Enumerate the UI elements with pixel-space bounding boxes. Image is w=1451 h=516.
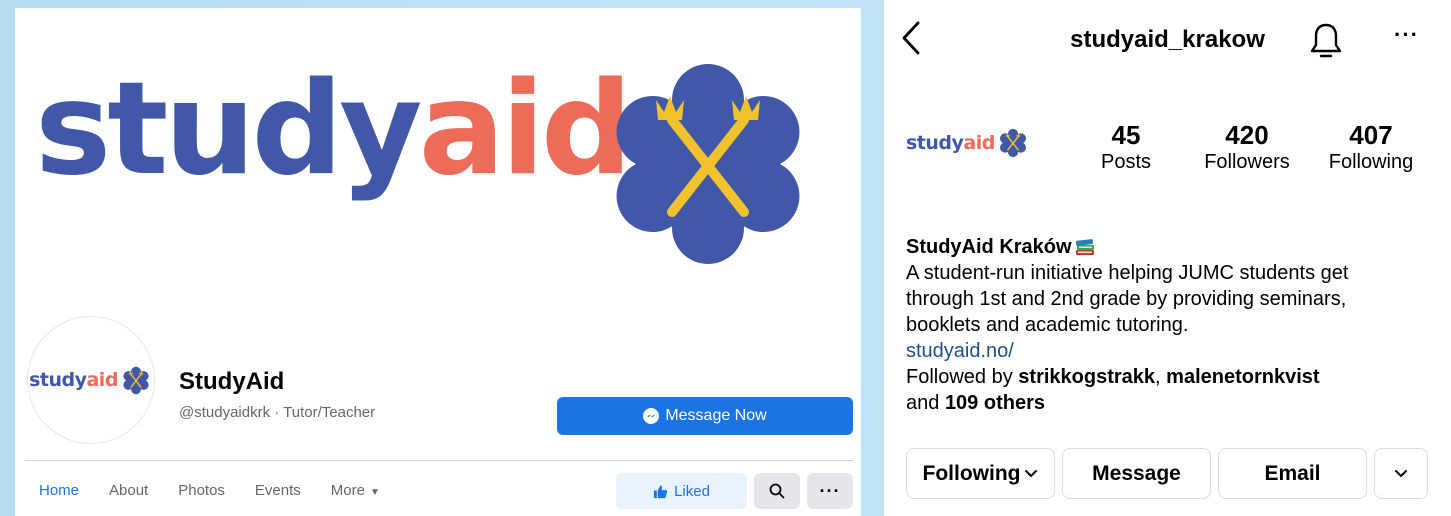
posts-label: Posts [1100,151,1152,173]
following-value: 407 [1349,120,1393,150]
follower-name-2: malenetornkvist [1166,366,1320,388]
chevron-down-icon [1395,469,1407,477]
caret-down-icon: ▼ [369,487,380,498]
followers-label: Followers [1204,151,1290,173]
tab-more-label: More [330,482,365,499]
instagram-profile-panel: studyaid_krakow ··· studyaid 45 Posts 42… [884,0,1451,516]
followed-by-others-line[interactable]: and 109 others [906,390,1436,416]
profile-picture[interactable]: studyaid [906,126,1030,160]
page-handle-category: @studyaidkrk · Tutor/Teacher [179,404,376,421]
liked-button[interactable]: Liked [616,473,747,509]
following-button-label: Following [922,461,1021,485]
messenger-icon [643,408,660,424]
studyaid-asterisk-icon [583,44,833,284]
tab-events[interactable]: Events [255,482,301,499]
following-label: Following [1328,151,1414,173]
tab-home[interactable]: Home [39,482,79,499]
studyaid-asterisk-icon [997,128,1029,158]
more-options-button[interactable]: ··· [807,473,853,509]
thumbs-up-icon [654,484,668,498]
page-tabs: Home About Photos Events More ▼ [39,482,410,499]
search-button[interactable] [754,473,800,509]
profile-picture[interactable]: studyaid [27,316,155,444]
follower-name-1: strikkogstrakk [1018,366,1156,388]
posts-count[interactable]: 45 Posts [1088,120,1164,174]
message-button[interactable]: Message [1062,448,1211,499]
bio-line-2: through 1st and 2nd grade by providing s… [906,288,1347,310]
posts-value: 45 [1111,120,1141,150]
profile-username: studyaid_krakow [1070,26,1265,53]
bio-line-1: A student-run initiative helping JUMC st… [906,262,1349,284]
facebook-page-panel: studyaid studyaid StudyAid @studyaidkrk … [15,8,861,516]
display-name: StudyAid Kraków [906,234,1436,260]
more-options-icon[interactable]: ··· [1394,22,1419,48]
followed-by-separator: , [1155,366,1167,388]
suggested-accounts-button[interactable] [1374,448,1428,499]
avatar-logo-text: studyaid [29,369,118,391]
message-now-button[interactable]: Message Now [557,397,853,435]
avatar-logo-text: studyaid [906,132,995,154]
tab-about[interactable]: About [109,482,148,499]
chevron-down-icon [1025,469,1038,477]
bio-line-3: booklets and academic tutoring. [906,314,1189,336]
email-button-label: Email [1264,461,1321,485]
profile-bio: StudyAid Kraków A student-run initiative… [906,234,1436,416]
liked-label: Liked [674,482,710,500]
display-name-text: StudyAid Kraków [906,236,1072,258]
others-count: 109 others [944,392,1045,414]
cover-photo[interactable]: studyaid [15,8,861,308]
followed-by-line[interactable]: Followed by strikkogstrakk, malenetornkv… [906,364,1436,390]
search-icon [769,483,785,499]
message-now-label: Message Now [665,407,767,424]
followers-count[interactable]: 420 Followers [1197,120,1297,174]
message-button-label: Message [1092,461,1181,485]
tab-photos[interactable]: Photos [178,482,225,499]
followed-by-prefix: Followed by [906,366,1019,388]
books-emoji-icon [1075,239,1094,255]
page-title: StudyAid [179,368,285,395]
more-dots-icon: ··· [819,480,841,501]
cover-logo-text: studyaid [35,55,632,204]
email-button[interactable]: Email [1218,448,1367,499]
divider [25,460,853,461]
tab-more[interactable]: More ▼ [331,482,380,499]
followers-value: 420 [1225,120,1269,150]
and-prefix: and [906,392,945,414]
following-count[interactable]: 407 Following [1316,120,1426,174]
studyaid-asterisk-icon [120,365,151,395]
website-link[interactable]: studyaid.no/ [906,338,1436,364]
bell-icon[interactable] [1308,20,1344,60]
following-button[interactable]: Following [906,448,1055,499]
